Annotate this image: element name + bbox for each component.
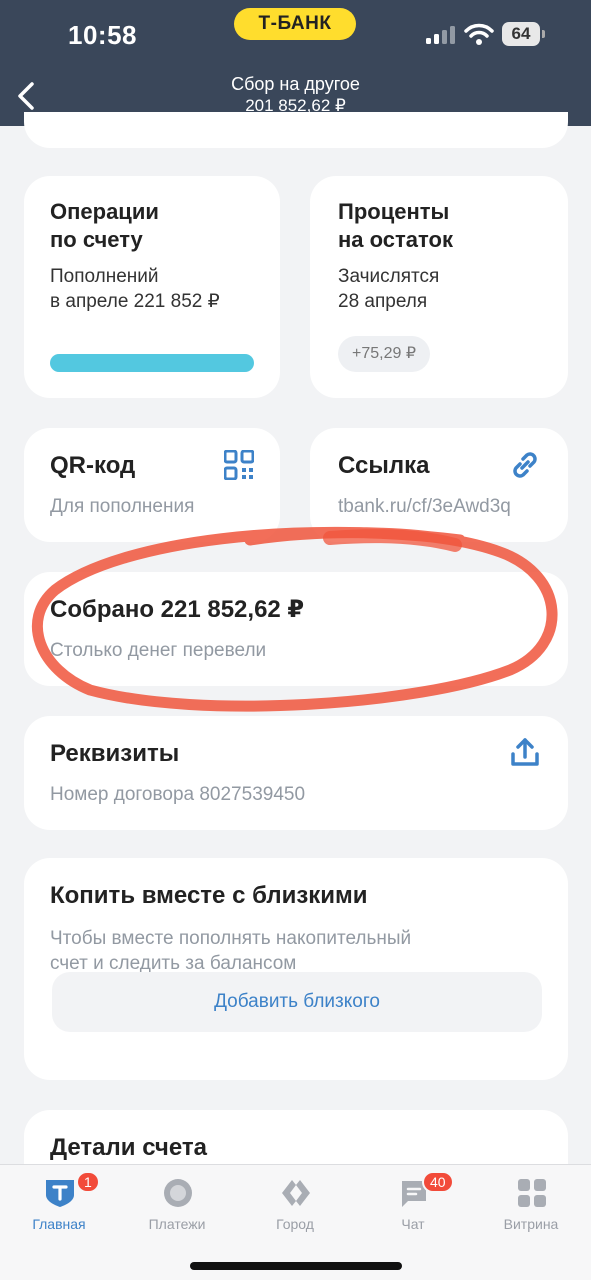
operations-card[interactable]: Операции по счету Пополнений в апреле 22… <box>24 176 280 398</box>
family-title: Копить вместе с близкими <box>50 882 368 909</box>
link-url: tbank.ru/cf/3eAwd3q <box>338 496 511 517</box>
requisites-card[interactable]: Реквизиты Номер договора 8027539450 <box>24 716 568 830</box>
interest-text-1: Зачислятся <box>338 266 440 287</box>
cellular-signal-icon <box>426 26 456 44</box>
home-badge: 1 <box>76 1171 100 1193</box>
collected-subtitle: Столько денег перевели <box>50 640 267 661</box>
tab-home-label: Главная <box>32 1216 86 1232</box>
home-shield-icon <box>46 1180 74 1207</box>
tab-home[interactable]: 1 Главная <box>0 1165 118 1245</box>
qr-code-card[interactable]: QR-код Для пополнения <box>24 428 280 542</box>
tab-showcase-label: Витрина <box>503 1216 559 1232</box>
link-card[interactable]: Ссылка tbank.ru/cf/3eAwd3q <box>310 428 568 542</box>
home-indicator <box>190 1262 402 1270</box>
operations-title-1: Операции <box>50 199 159 224</box>
tab-city-label: Город <box>276 1216 314 1232</box>
interest-title-1: Проценты <box>338 199 450 224</box>
share-icon[interactable] <box>510 736 540 768</box>
tab-city[interactable]: Город <box>236 1165 354 1245</box>
tab-chat-label: Чат <box>401 1216 425 1232</box>
requisites-title: Реквизиты <box>50 740 180 767</box>
collected-card: Собрано 221 852,62 ₽ Столько денег перев… <box>24 572 568 686</box>
payments-icon <box>164 1179 192 1207</box>
qr-subtitle: Для пополнения <box>50 496 195 517</box>
tab-showcase[interactable]: Витрина <box>472 1165 590 1245</box>
interest-title-2: на остаток <box>338 227 453 252</box>
status-bar: 10:58 Т-БАНК 64 <box>0 0 591 68</box>
wifi-icon <box>464 23 494 45</box>
family-savings-card: Копить вместе с близкими Чтобы вместе по… <box>24 858 568 1080</box>
tab-chat[interactable]: 40 Чат <box>354 1165 472 1245</box>
chat-badge: 40 <box>422 1171 454 1193</box>
brand-badge: Т-БАНК <box>234 8 356 40</box>
city-icon <box>282 1180 310 1206</box>
interest-amount-chip: +75,29 ₽ <box>338 336 431 372</box>
battery-indicator: 64 <box>502 22 545 46</box>
add-relative-button[interactable]: Добавить близкого <box>52 972 542 1032</box>
showcase-grid-icon <box>518 1179 546 1207</box>
link-icon <box>513 452 537 478</box>
account-details-title: Детали счета <box>50 1134 207 1161</box>
qr-title: QR-код <box>50 452 136 479</box>
contract-number: Номер договора 8027539450 <box>50 784 306 805</box>
family-text-1: Чтобы вместе пополнять накопительный <box>50 928 412 949</box>
interest-text-2: 28 апреля <box>338 291 428 312</box>
operations-text-1: Пополнений <box>50 266 159 287</box>
previous-card-edge <box>24 112 568 148</box>
interest-card[interactable]: Проценты на остаток Зачислятся 28 апреля… <box>310 176 568 398</box>
link-title: Ссылка <box>338 452 430 479</box>
account-title: Сбор на другое <box>231 74 360 94</box>
collected-amount: Собрано 221 852,62 ₽ <box>50 596 305 623</box>
operations-text-2: в апреле 221 852 ₽ <box>50 291 220 312</box>
operations-progress-bar <box>50 354 254 372</box>
status-time: 10:58 <box>68 20 137 50</box>
qr-code-icon <box>224 450 254 480</box>
operations-title-2: по счету <box>50 227 143 252</box>
tab-payments-label: Платежи <box>148 1216 206 1232</box>
tab-payments[interactable]: Платежи <box>118 1165 236 1245</box>
